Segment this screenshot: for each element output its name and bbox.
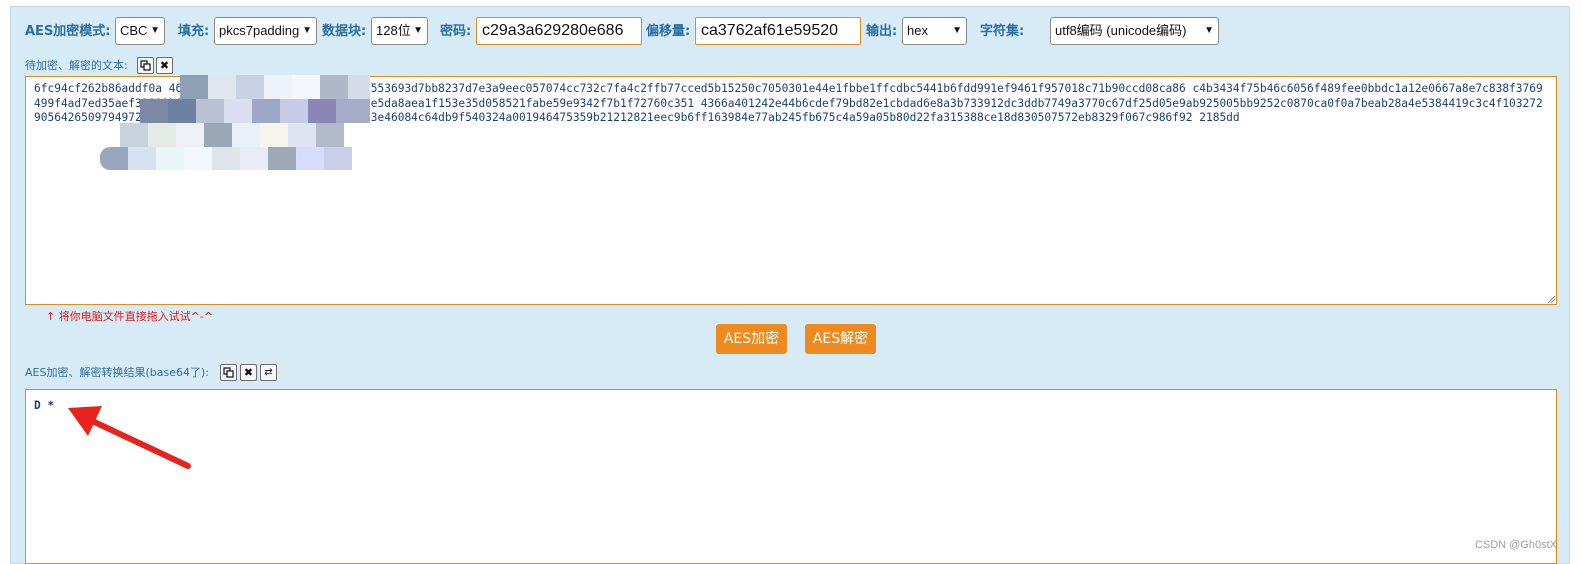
- output-select-value: hex: [907, 23, 928, 38]
- block-select-value: 128位: [376, 23, 411, 38]
- encrypt-button[interactable]: AES加密: [716, 324, 787, 354]
- red-arrow-annotation: [68, 406, 191, 469]
- padding-select[interactable]: pkcs7padding ▼: [214, 17, 317, 45]
- padding-label: 填充:: [178, 24, 210, 39]
- chevron-down-icon: ▼: [1204, 25, 1214, 36]
- chevron-down-icon: ▼: [302, 25, 312, 36]
- drag-drop-hint: ↑ 将你电脑文件直接拖入试试^-^: [46, 310, 214, 323]
- output-text-label: AES加密、解密转换结果(base64了):: [25, 366, 209, 379]
- mode-select-value: CBC: [120, 23, 148, 38]
- output-label: 输出:: [866, 24, 898, 39]
- charset-label: 字符集:: [980, 24, 1025, 39]
- key-input[interactable]: c29a3a629280e686: [476, 17, 642, 45]
- mode-select[interactable]: CBC ▼: [115, 17, 165, 45]
- iv-input[interactable]: ca3762af61e59520: [695, 17, 861, 45]
- copy-icon[interactable]: [137, 57, 154, 74]
- redaction-mosaic: [100, 75, 370, 170]
- block-select[interactable]: 128位 ▼: [371, 17, 428, 45]
- input-text-label: 待加密、解密的文本:: [25, 59, 128, 72]
- copy-icon[interactable]: [220, 364, 237, 381]
- charset-select[interactable]: utf8编码 (unicode编码) ▼: [1050, 17, 1219, 45]
- close-icon[interactable]: ✖: [156, 57, 173, 74]
- decrypt-button[interactable]: AES解密: [805, 324, 876, 354]
- watermark: CSDN @Gh0stX: [1474, 539, 1557, 551]
- chevron-down-icon: ▼: [413, 25, 423, 36]
- iv-label: 偏移量:: [646, 24, 691, 39]
- padding-select-value: pkcs7padding: [219, 23, 300, 38]
- charset-select-value: utf8编码 (unicode编码): [1055, 23, 1187, 38]
- close-icon[interactable]: ✖: [240, 364, 257, 381]
- key-label: 密码:: [440, 24, 472, 39]
- block-label: 数据块:: [322, 24, 367, 39]
- output-textarea[interactable]: D *: [25, 389, 1557, 564]
- resize-handle-icon[interactable]: [1547, 295, 1555, 303]
- chevron-down-icon: ▼: [952, 25, 962, 36]
- swap-icon[interactable]: ⇄: [260, 364, 277, 381]
- output-select[interactable]: hex ▼: [902, 17, 967, 45]
- chevron-down-icon: ▼: [150, 25, 160, 36]
- mode-label: AES加密模式:: [25, 24, 111, 39]
